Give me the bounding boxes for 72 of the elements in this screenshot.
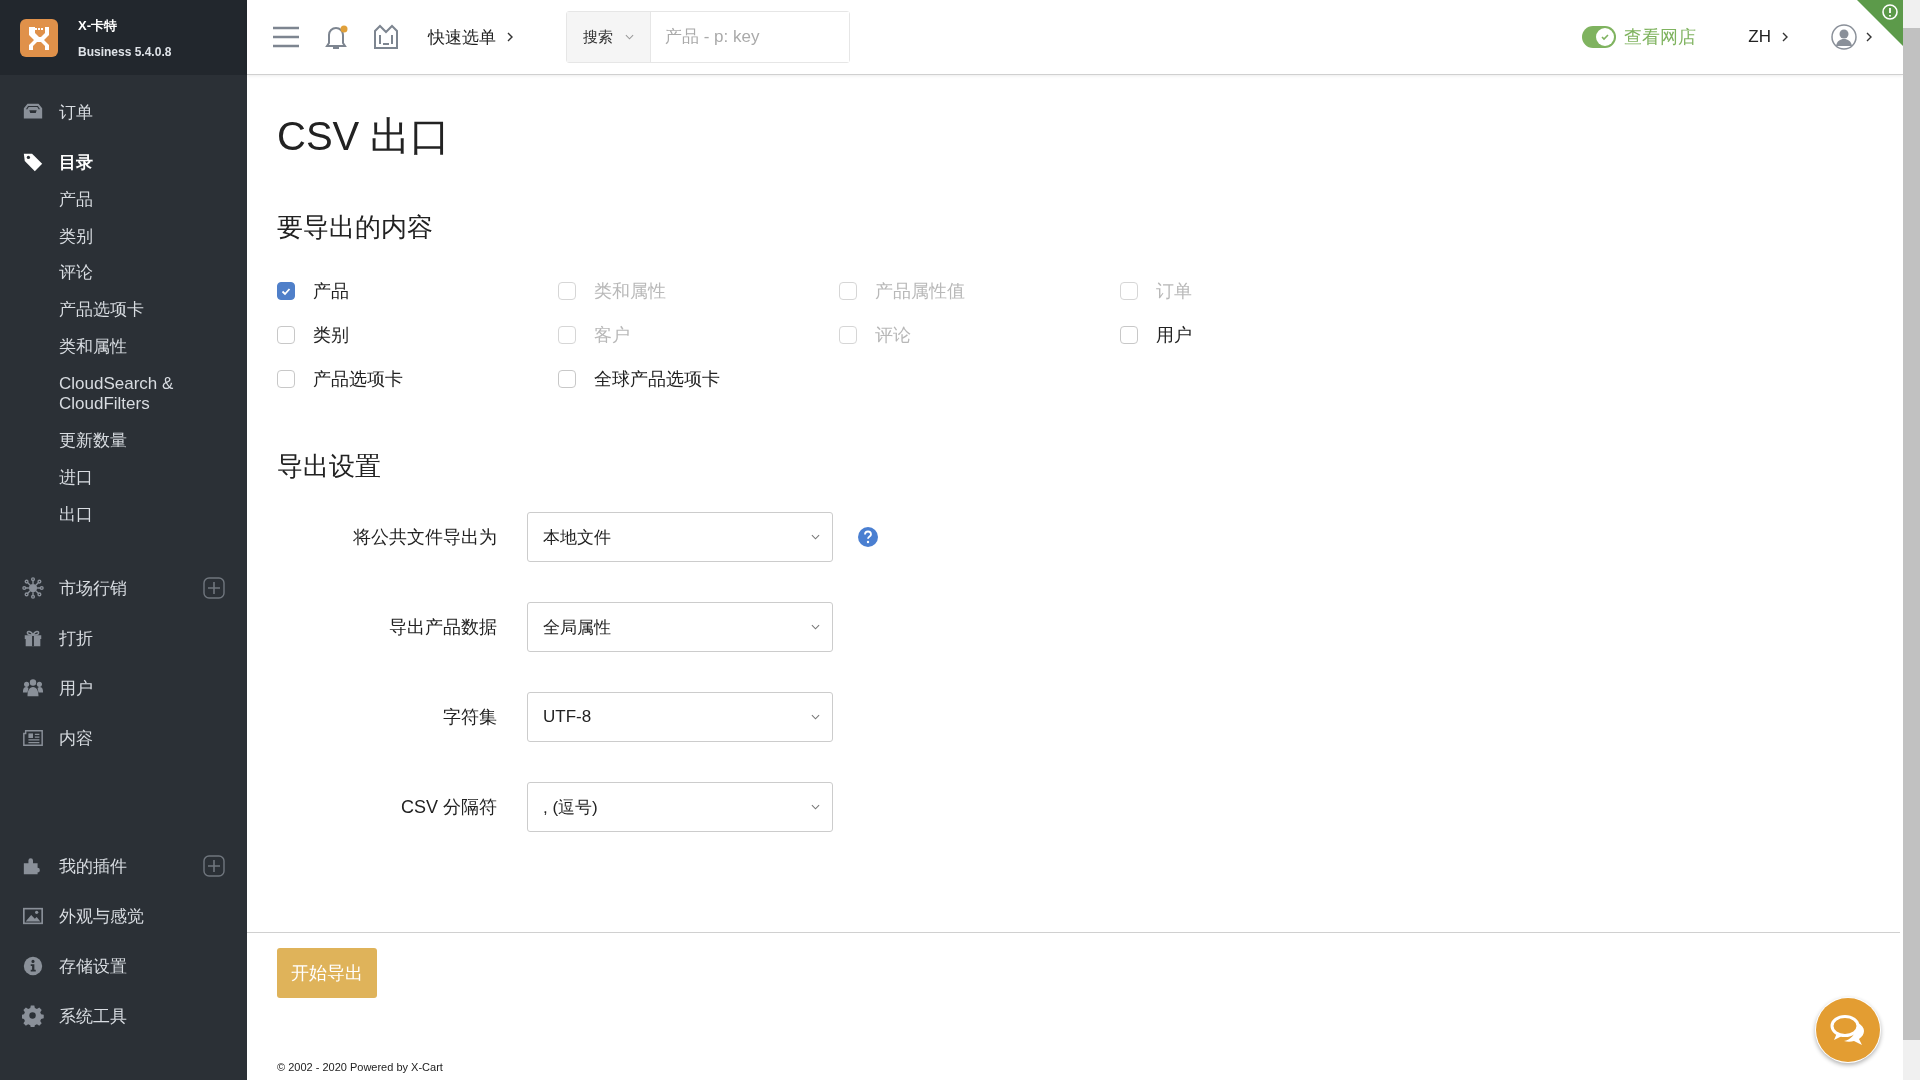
alert-corner-icon[interactable] [1857, 0, 1903, 46]
add-button[interactable] [203, 577, 225, 600]
caret-icon [811, 714, 820, 720]
language-menu[interactable]: ZH [1748, 27, 1789, 47]
select-field[interactable]: 全局属性 [527, 602, 833, 652]
sidebar-item[interactable]: 订单 [0, 87, 247, 137]
quick-menu-link[interactable]: 快速选单 [428, 25, 514, 49]
checkbox-label: 订单 [1156, 280, 1192, 303]
chevron-icon [1781, 31, 1789, 43]
bell-icon[interactable] [322, 23, 350, 51]
menu-icon[interactable] [272, 25, 300, 49]
chevron-icon [1865, 31, 1873, 43]
version-label: Business 5.4.0.8 [78, 44, 172, 59]
sidebar-item[interactable]: 用户 [0, 663, 247, 714]
caret-icon [811, 534, 820, 540]
checkbox-label: 全球产品选项卡 [594, 368, 720, 391]
sidebar-item[interactable]: 外观与感觉 [0, 891, 247, 942]
chat-icon[interactable] [1815, 997, 1881, 1063]
section-heading: 导出设置 [277, 450, 382, 483]
caret-icon [811, 624, 820, 630]
select-field[interactable]: , (逗号) [527, 782, 833, 832]
checkbox-label: 类和属性 [594, 280, 666, 303]
checkbox-label: 产品选项卡 [313, 368, 403, 391]
settings-icon [22, 1005, 44, 1028]
sidebar-subitem[interactable]: 产品选项卡 [59, 292, 209, 329]
checkbox-label: 类别 [313, 324, 349, 347]
sidebar-item[interactable]: 内容 [0, 713, 247, 764]
checkbox-label: 评论 [875, 324, 911, 347]
chevron-icon [506, 31, 514, 43]
storefront-icon[interactable] [372, 23, 400, 51]
sidebar-item[interactable]: 系统工具 [0, 991, 247, 1042]
section-heading: 要导出的内容 [277, 211, 434, 244]
add-button[interactable] [203, 855, 225, 878]
page-title: CSV 出口 [277, 113, 452, 160]
sidebar-subitem[interactable]: 更新数量 [59, 423, 209, 460]
scrollbar[interactable] [1903, 0, 1920, 1080]
sidebar-subitem[interactable]: 评论 [59, 255, 209, 293]
checkbox-label: 用户 [1156, 324, 1192, 347]
checkbox[interactable] [558, 370, 576, 388]
checkbox-label: 产品 [313, 280, 349, 303]
help-icon[interactable] [858, 527, 878, 547]
check-icon [1599, 31, 1612, 43]
field-label: 导出产品数据 [388, 616, 497, 639]
sidebar-subitem[interactable]: CloudSearch & CloudFilters [59, 365, 209, 424]
copyright-text: © 2002 - 2020 Powered by X-Cart [277, 1061, 443, 1073]
sidebar-subitem[interactable]: 类和属性 [59, 328, 209, 366]
checkbox[interactable] [1120, 326, 1138, 344]
sidebar-subitem[interactable]: 类别 [59, 218, 209, 256]
checkbox-label: 客户 [594, 324, 630, 347]
field-label: 字符集 [442, 706, 497, 729]
logo-icon [20, 18, 58, 57]
select-field[interactable]: 本地文件 [527, 512, 833, 562]
account-menu[interactable] [1831, 24, 1873, 50]
info-icon [22, 955, 44, 978]
caret-icon [811, 804, 820, 810]
checkbox[interactable] [277, 326, 295, 344]
select-field[interactable]: UTF-8 [527, 692, 833, 742]
sidebar-subitem[interactable]: 出口 [59, 496, 209, 534]
field-label: CSV 分隔符 [400, 796, 497, 819]
checkbox[interactable] [277, 370, 295, 388]
sidebar-item[interactable]: 市场行销 [0, 563, 247, 614]
brand-name: X-卡特 [78, 16, 118, 35]
network-icon [22, 577, 44, 600]
storefront-toggle[interactable] [1582, 26, 1617, 48]
sidebar-item[interactable]: 打折 [0, 613, 247, 664]
sidebar-subitem[interactable]: 进口 [59, 459, 209, 497]
checkbox[interactable] [277, 282, 295, 300]
sidebar-item[interactable]: 我的插件 [0, 841, 247, 892]
sidebar-item[interactable]: 存储设置 [0, 941, 247, 992]
checkbox-label: 产品属性值 [875, 280, 965, 303]
tag-icon [22, 151, 44, 173]
field-label: 将公共文件导出为 [352, 526, 497, 549]
